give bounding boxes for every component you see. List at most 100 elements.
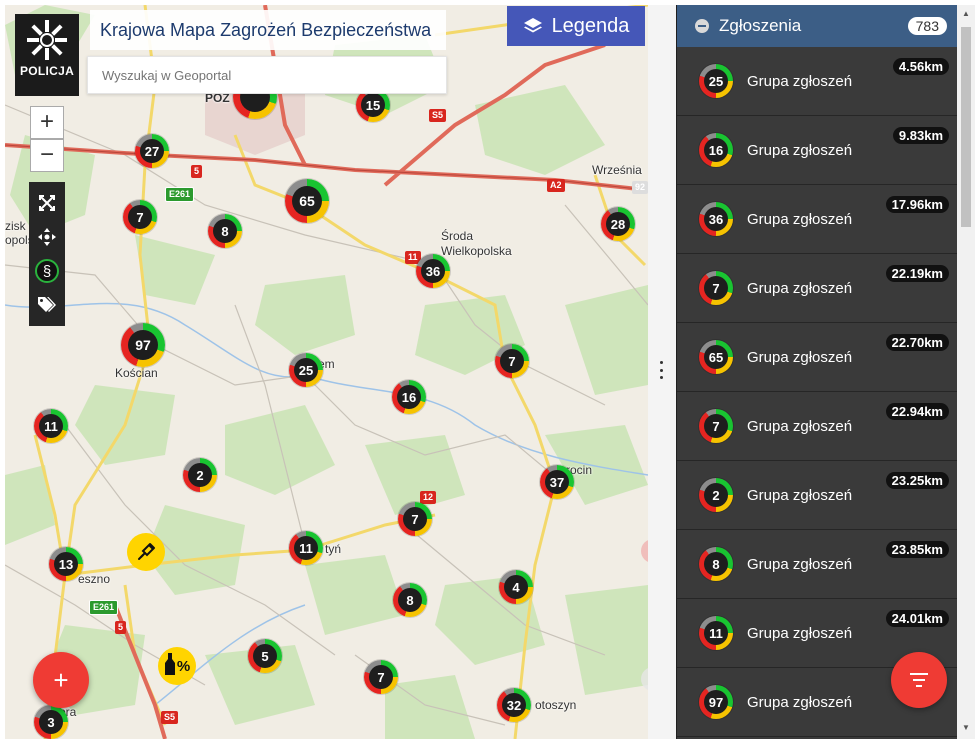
place-sroda-line2: Wielkopolska <box>441 244 512 258</box>
cluster-marker[interactable]: 27 <box>135 134 169 168</box>
percent-label: % <box>176 657 191 675</box>
item-count: 36 <box>704 207 728 231</box>
list-item[interactable]: 25 Grupa zgłoszeń 4.56km <box>677 47 957 116</box>
cluster-marker[interactable]: 4 <box>499 570 533 604</box>
cluster-marker[interactable]: 37 <box>540 465 574 499</box>
distance-badge: 23.25km <box>885 472 949 489</box>
item-label: Grupa zgłoszeń <box>747 486 853 504</box>
list-item[interactable]: 2 Grupa zgłoszeń 23.25km <box>677 461 957 530</box>
item-count: 25 <box>704 69 728 93</box>
road-badge-12: 12 <box>420 491 437 504</box>
cluster-marker[interactable]: 7 <box>495 344 529 378</box>
cluster-icon: 16 <box>699 133 733 167</box>
scroll-up-icon[interactable]: ▲ <box>962 9 970 18</box>
cluster-count: 8 <box>213 219 237 243</box>
road-badge-5: 5 <box>191 165 203 178</box>
locate-button[interactable] <box>33 223 61 251</box>
cluster-count: 5 <box>253 644 277 668</box>
panel-title: Zgłoszenia <box>719 16 802 35</box>
cluster-marker[interactable]: 16 <box>392 380 426 414</box>
scrollbar-thumb[interactable] <box>961 27 971 227</box>
title-part-1: Krajowa Mapa <box>100 20 221 40</box>
zoom-out-button[interactable]: − <box>30 139 64 172</box>
distance-badge: 9.83km <box>892 127 949 144</box>
cluster-marker[interactable]: 5 <box>248 639 282 673</box>
cluster-marker[interactable]: 7 <box>398 502 432 536</box>
fullscreen-button[interactable] <box>33 189 61 217</box>
cluster-count: 28 <box>606 212 630 236</box>
cluster-count: 97 <box>128 330 158 360</box>
place-wrzesnia: Września <box>592 163 642 177</box>
cluster-marker[interactable]: 28 <box>601 207 635 241</box>
cluster-marker[interactable]: 97 <box>121 323 165 367</box>
cluster-count: 2 <box>188 463 212 487</box>
item-label: Grupa zgłoszeń <box>747 348 853 366</box>
tags-button[interactable] <box>33 291 61 319</box>
cluster-count: 36 <box>421 259 445 283</box>
item-count: 11 <box>704 621 728 645</box>
cluster-marker[interactable]: 3 <box>34 705 68 739</box>
road-badge-e261: E261 <box>165 187 195 202</box>
map-background <box>5 5 648 739</box>
cluster-icon: 25 <box>699 64 733 98</box>
reports-panel: Zgłoszenia 783 25 Grupa zgłoszeń 4.56km … <box>676 5 957 739</box>
distance-badge: 4.56km <box>892 58 949 75</box>
alcohol-poi-icon[interactable]: % <box>158 647 196 685</box>
cluster-marker[interactable]: 7 <box>364 660 398 694</box>
cluster-marker[interactable]: 11 <box>34 409 68 443</box>
report-list: 25 Grupa zgłoszeń 4.56km 16 Grupa zgłosz… <box>677 47 957 737</box>
place-leszno: eszno <box>78 572 111 586</box>
regulations-button[interactable]: § <box>33 257 61 285</box>
search-input[interactable] <box>87 56 447 94</box>
legend-button[interactable]: Legenda <box>507 6 645 46</box>
layers-icon <box>523 18 542 33</box>
legend-label: Legenda <box>551 14 630 37</box>
distance-badge: 17.96km <box>885 196 949 213</box>
cluster-marker[interactable]: 8 <box>208 214 242 248</box>
panel-scrollbar[interactable]: ▲ ▼ <box>957 5 975 739</box>
item-label: Grupa zgłoszeń <box>747 72 853 90</box>
cluster-marker[interactable]: 32 <box>497 688 531 722</box>
cluster-icon: 7 <box>699 271 733 305</box>
title-part-2: Zagrożeń Bezpieczeństwa <box>220 20 432 40</box>
map-toolbar: § <box>29 182 65 326</box>
cluster-marker[interactable]: 65 <box>285 179 329 223</box>
list-item[interactable]: 65 Grupa zgłoszeń 22.70km <box>677 323 957 392</box>
cluster-marker[interactable]: 8 <box>393 583 427 617</box>
cluster-marker[interactable]: 11 <box>289 531 323 565</box>
item-label: Grupa zgłoszeń <box>747 693 853 711</box>
cluster-icon: 8 <box>699 547 733 581</box>
list-item[interactable]: 8 Grupa zgłoszeń 23.85km <box>677 530 957 599</box>
cluster-marker[interactable]: 2 <box>183 458 217 492</box>
item-label: Grupa zgłoszeń <box>747 279 853 297</box>
list-item[interactable]: 7 Grupa zgłoszeń 22.19km <box>677 254 957 323</box>
cluster-icon: 7 <box>699 409 733 443</box>
cluster-marker[interactable]: 13 <box>49 547 83 581</box>
road-badge-s5: S5 <box>429 109 447 122</box>
cluster-marker[interactable]: 25 <box>289 353 323 387</box>
syringe-poi-icon[interactable] <box>127 533 165 571</box>
panel-header[interactable]: Zgłoszenia 783 <box>677 5 957 47</box>
list-item[interactable]: 36 Grupa zgłoszeń 17.96km <box>677 185 957 254</box>
item-label: Grupa zgłoszeń <box>747 210 853 228</box>
road-badge-s5-south: S5 <box>161 711 179 724</box>
zoom-in-button[interactable]: + <box>30 106 64 139</box>
scroll-down-icon[interactable]: ▼ <box>962 723 970 732</box>
police-logo: POLICJA <box>15 14 79 96</box>
filter-button[interactable] <box>891 652 947 708</box>
collapse-icon[interactable] <box>695 19 709 33</box>
cluster-count: 32 <box>502 693 526 717</box>
list-item[interactable]: 7 Grupa zgłoszeń 22.94km <box>677 392 957 461</box>
drag-handle-icon[interactable] <box>658 361 664 379</box>
cluster-marker[interactable]: 36 <box>416 254 450 288</box>
add-report-button[interactable]: + <box>33 652 89 708</box>
place-sroda-line1: Środa <box>441 229 474 243</box>
cluster-count: 11 <box>39 414 63 438</box>
distance-badge: 22.70km <box>885 334 949 351</box>
filter-icon <box>910 673 928 687</box>
distance-badge: 22.19km <box>885 265 949 282</box>
cluster-marker[interactable]: 7 <box>123 200 157 234</box>
place-krotoszyn: otoszyn <box>535 698 577 712</box>
list-item[interactable]: 16 Grupa zgłoszeń 9.83km <box>677 116 957 185</box>
map-canvas[interactable]: POZ Września em Środa Wielkopolska Kości… <box>5 5 648 739</box>
